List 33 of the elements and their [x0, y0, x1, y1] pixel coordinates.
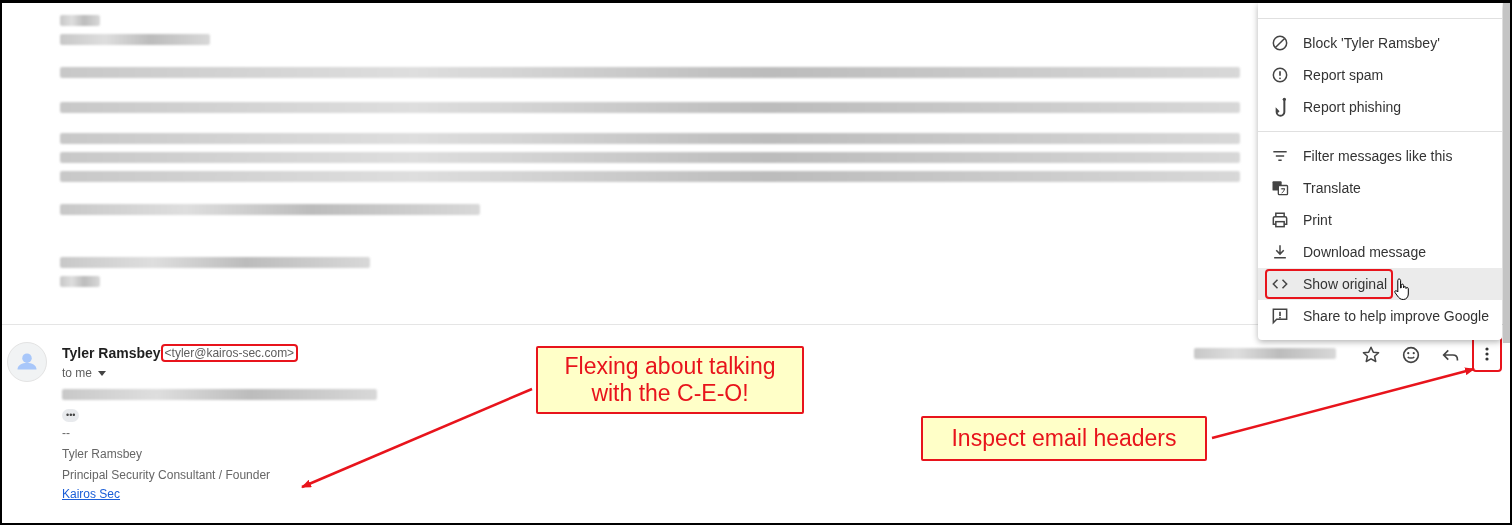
signature-link[interactable]: Kairos Sec [62, 485, 121, 504]
annotation-callout: Flexing about talking with the C-E-O! [536, 346, 804, 414]
redacted-text [60, 15, 100, 26]
menu-item[interactable]: Print [1258, 204, 1502, 236]
signature-line: -- [62, 425, 70, 442]
warning-icon [1270, 65, 1290, 85]
signature-line: Tyler Ramsbey [62, 446, 143, 463]
menu-item[interactable]: Show original [1258, 268, 1502, 300]
menu-item[interactable]: Filter messages like this [1258, 140, 1502, 172]
hand-cursor-icon [1394, 277, 1412, 301]
menu-item[interactable]: Report spam [1258, 59, 1502, 91]
menu-item[interactable]: Download message [1258, 236, 1502, 268]
show-trimmed-button[interactable]: ••• [62, 409, 80, 422]
printer-icon [1270, 210, 1290, 230]
redacted-text [60, 276, 100, 287]
menu-item[interactable]: Translate [1258, 172, 1502, 204]
signature-line: Principal Security Consultant / Founder [62, 467, 271, 484]
menu-item[interactable]: Block 'Tyler Ramsbey' [1258, 27, 1502, 59]
emoji-icon[interactable] [1400, 344, 1422, 366]
sender-name: Tyler Ramsbey [62, 345, 161, 361]
fishhook-icon [1274, 97, 1286, 117]
recipient-dropdown[interactable]: to me [62, 366, 106, 380]
avatar [7, 342, 47, 382]
more-vertical-icon[interactable] [1485, 347, 1489, 361]
translate-icon [1270, 178, 1290, 198]
menu-item[interactable]: Report phishing [1258, 91, 1502, 123]
blocked-icon [1270, 33, 1290, 53]
menu-item[interactable]: Share to help improve Google [1258, 300, 1502, 332]
scrollbar[interactable] [1503, 3, 1510, 343]
annotation-callout: Inspect email headers [921, 416, 1207, 461]
feedback-icon [1270, 306, 1290, 326]
caret-icon[interactable] [98, 370, 106, 376]
sender-email: <tyler@kairos-sec.com> [162, 346, 297, 360]
